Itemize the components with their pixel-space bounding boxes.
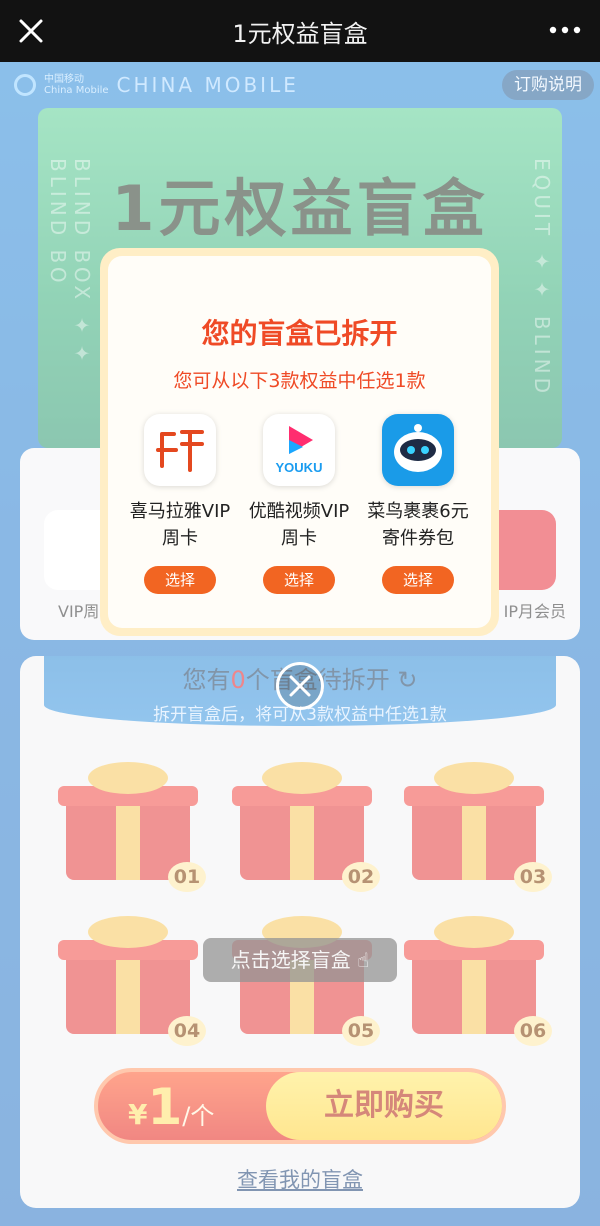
option-name: 喜马拉雅VIP 周卡: [129, 501, 231, 549]
box-opened-modal: 您的盲盒已拆开 您可从以下3款权益中任选1款 喜马拉雅VIP 周卡 选择 YOUK…: [100, 248, 499, 636]
title-bar: 1元权益盲盒: [0, 0, 600, 62]
option-youku: YOUKU 优酷视频VIP 周卡 选择: [239, 414, 359, 594]
youku-icon: YOUKU: [263, 414, 335, 486]
modal-title: 您的盲盒已拆开: [201, 317, 398, 350]
more-icon[interactable]: [548, 20, 582, 40]
cainiao-icon: [382, 414, 454, 486]
select-ximalaya-button[interactable]: 选择: [144, 566, 216, 594]
page-title: 1元权益盲盒: [232, 20, 368, 48]
modal-body: 您的盲盒已拆开 您可从以下3款权益中任选1款 喜马拉雅VIP 周卡 选择 YOUK…: [108, 256, 491, 628]
select-youku-button[interactable]: 选择: [263, 566, 335, 594]
modal-subtitle: 您可从以下3款权益中任选1款: [173, 370, 426, 392]
youku-logo-text: YOUKU: [276, 460, 323, 475]
select-cainiao-button[interactable]: 选择: [382, 566, 454, 594]
option-name: 优酷视频VIP 周卡: [248, 501, 350, 549]
ximalaya-icon: [144, 414, 216, 486]
option-ximalaya: 喜马拉雅VIP 周卡 选择: [120, 414, 240, 594]
option-cainiao: 菜鸟裹裹6元 寄件券包 选择: [358, 414, 478, 594]
modal-close-button[interactable]: [276, 662, 324, 710]
modal-backdrop[interactable]: [0, 62, 600, 1226]
close-circle-icon: [289, 675, 311, 697]
option-name: 菜鸟裹裹6元 寄件券包: [367, 501, 469, 549]
